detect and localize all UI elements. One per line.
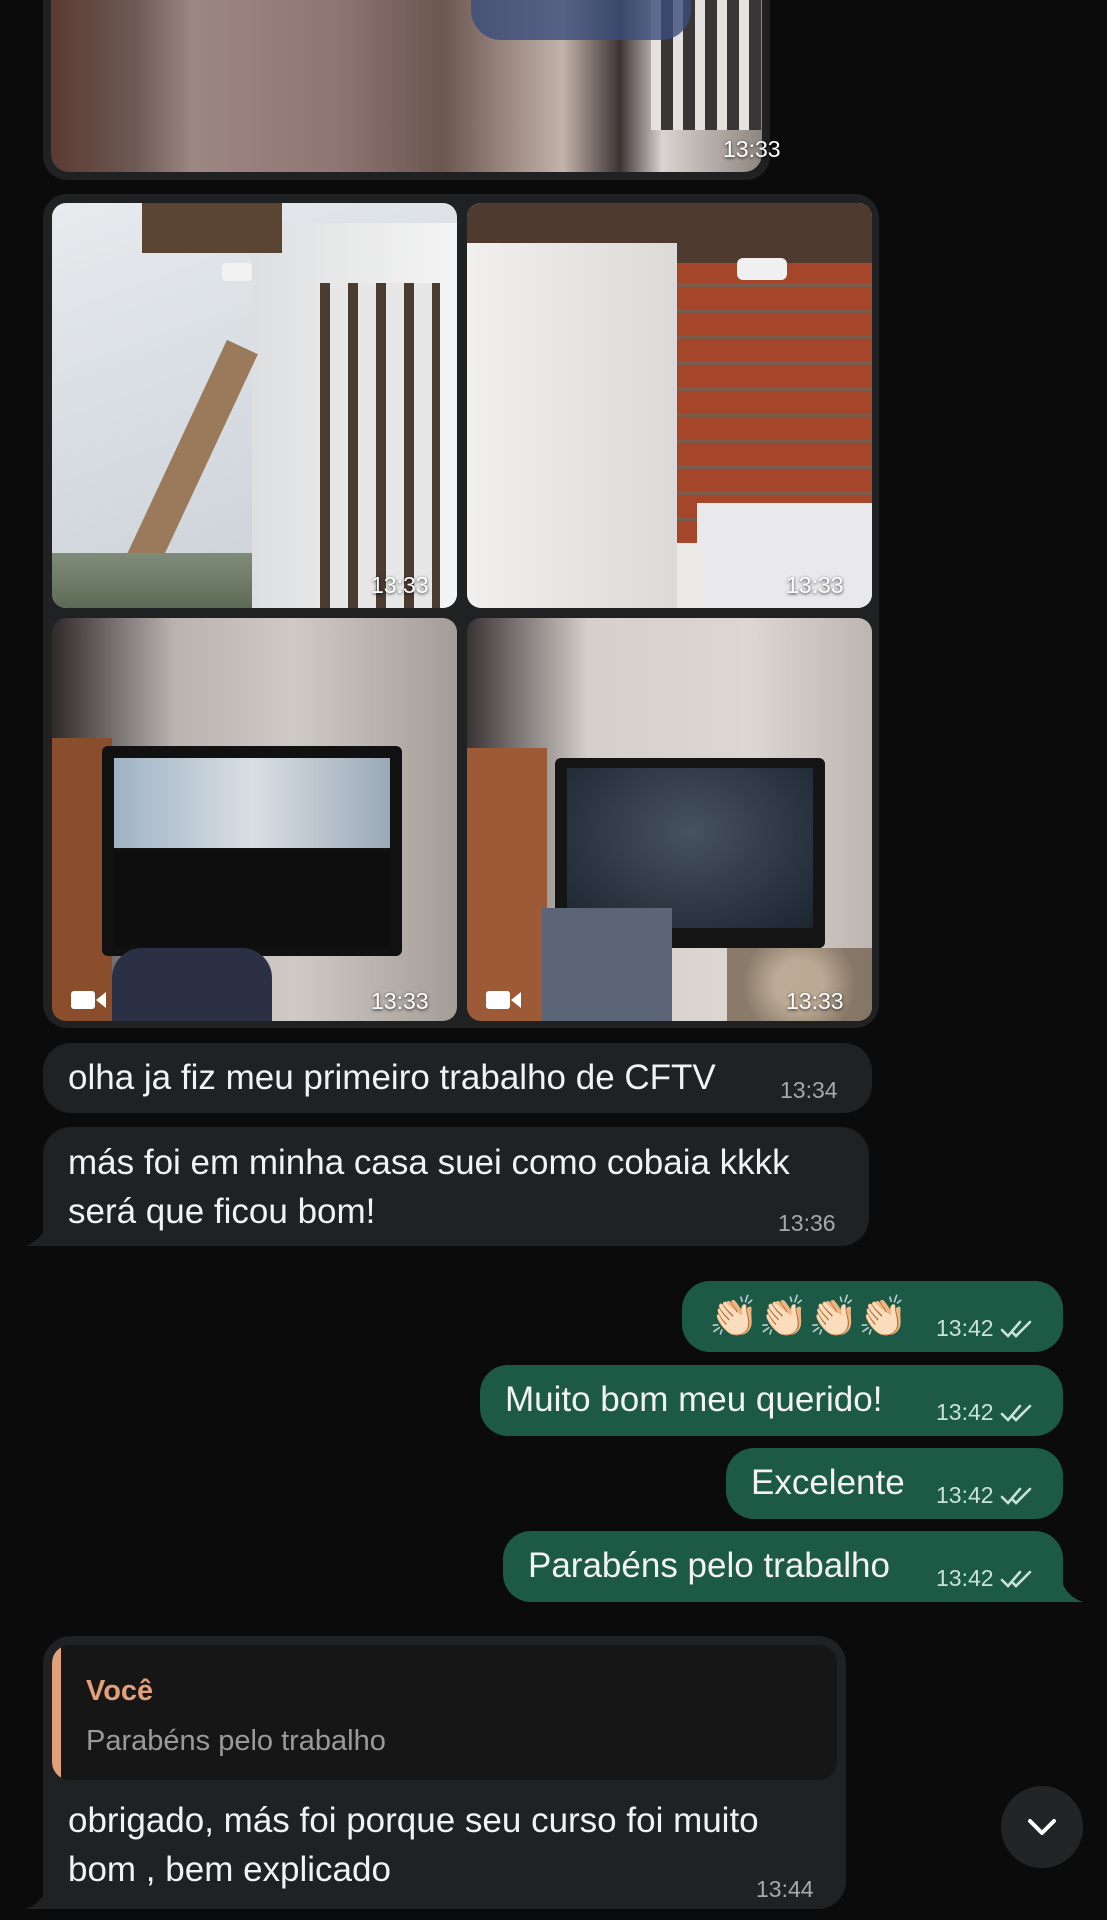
- message-status: 13:42: [936, 1482, 1034, 1509]
- message-time: 13:42: [936, 1565, 994, 1591]
- media-top-time: 13:33: [723, 136, 781, 162]
- message-text: Parabéns pelo trabalho: [528, 1546, 890, 1585]
- photo-1-time: 13:33: [371, 572, 429, 598]
- message-time: 13:36: [778, 1210, 836, 1236]
- message-time: 13:42: [936, 1482, 994, 1508]
- message-status: 13:42: [936, 1399, 1034, 1426]
- message-text: Excelente: [751, 1463, 905, 1502]
- message-time: 13:34: [780, 1077, 838, 1103]
- message-time: 13:44: [756, 1876, 814, 1902]
- message-time: 13:42: [936, 1315, 994, 1341]
- photo-camera-wall[interactable]: [52, 203, 457, 608]
- video-camera-icon: [71, 991, 106, 1009]
- message-text-line-1: más foi em minha casa suei como cobaia k…: [68, 1143, 790, 1182]
- message-status: 13:42: [936, 1315, 1034, 1342]
- message-text: 👏🏻👏🏻👏🏻👏🏻: [709, 1295, 909, 1339]
- photo-camera-brick[interactable]: [467, 203, 872, 608]
- message-outgoing[interactable]: Parabéns pelo trabalho 13:42: [503, 1531, 1063, 1602]
- message-text: olha ja fiz meu primeiro trabalho de CFT…: [68, 1058, 716, 1097]
- video-monitor-dark[interactable]: [467, 618, 872, 1021]
- double-check-icon: [1000, 1320, 1031, 1338]
- photo-2-time: 13:33: [786, 572, 844, 598]
- photo-balcony[interactable]: [51, 0, 762, 172]
- video-camera-icon: [486, 991, 521, 1009]
- message-outgoing[interactable]: 👏🏻👏🏻👏🏻👏🏻 13:42: [682, 1281, 1063, 1352]
- reply-author: Você: [86, 1675, 154, 1707]
- video-1-time: 13:33: [371, 988, 429, 1014]
- reply-accent-bar: [52, 1645, 61, 1780]
- quoted-reply[interactable]: Você Parabéns pelo trabalho: [52, 1645, 837, 1780]
- chevron-down-icon: [1028, 1819, 1056, 1835]
- video-monitor-feed[interactable]: [52, 618, 457, 1021]
- media-message-top[interactable]: 13:33: [43, 0, 781, 180]
- message-text-line-1: obrigado, más foi porque seu curso foi m…: [68, 1801, 759, 1840]
- message-incoming-reply[interactable]: Você Parabéns pelo trabalho obrigado, má…: [43, 1636, 846, 1909]
- video-2-time: 13:33: [786, 988, 844, 1014]
- bubble-tail: [25, 1885, 55, 1909]
- scroll-to-bottom-button[interactable]: [1001, 1786, 1083, 1868]
- message-incoming[interactable]: olha ja fiz meu primeiro trabalho de CFT…: [43, 1043, 872, 1113]
- message-text-line-2: bom , bem explicado: [68, 1850, 391, 1889]
- message-status: 13:42: [936, 1565, 1034, 1592]
- bubble-tail: [1053, 1578, 1083, 1602]
- media-album: 13:33 13:33 13:33 13:33: [43, 194, 879, 1028]
- double-check-icon: [1000, 1404, 1031, 1422]
- message-text-line-2: será que ficou bom!: [68, 1192, 376, 1231]
- message-text: Muito bom meu querido!: [505, 1380, 883, 1419]
- message-outgoing[interactable]: Muito bom meu querido! 13:42: [480, 1365, 1063, 1436]
- double-check-icon: [1000, 1570, 1031, 1588]
- message-time: 13:42: [936, 1399, 994, 1425]
- message-outgoing[interactable]: Excelente 13:42: [726, 1448, 1063, 1519]
- message-incoming[interactable]: más foi em minha casa suei como cobaia k…: [43, 1127, 869, 1246]
- reply-text: Parabéns pelo trabalho: [86, 1725, 386, 1757]
- double-check-icon: [1000, 1487, 1031, 1505]
- bubble-tail: [25, 1222, 55, 1246]
